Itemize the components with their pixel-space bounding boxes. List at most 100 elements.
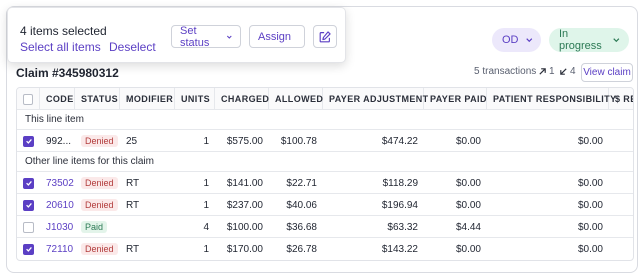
check-icon — [25, 246, 32, 252]
col-dollar-re[interactable]: $ RE — [609, 88, 633, 110]
allowed-value: $22.71 — [286, 177, 317, 189]
edit-icon — [319, 30, 331, 42]
select-all-link[interactable]: Select all items — [20, 40, 101, 54]
payer-adjustment-value: $474.22 — [381, 135, 418, 147]
col-patient-responsibility[interactable]: PATIENT RESPONSIBILITY — [487, 88, 616, 110]
col-payer-adjustment[interactable]: PAYER ADJUSTMENT — [323, 88, 428, 110]
cell-charged: $575.00 — [215, 130, 269, 152]
od-dropdown[interactable]: OD — [492, 28, 541, 52]
table-row[interactable]: J1030 Paid 4 $100.00 $36.68 $63.32 $4.44 $0.00 — [17, 216, 633, 238]
group-label-this-line: This line item — [17, 110, 633, 130]
cell-patient-responsibility: $0.00 — [487, 238, 609, 260]
chevron-down-icon — [613, 38, 620, 43]
arrow-up-right-icon — [539, 68, 546, 75]
cell-payer-adjustment: $196.94 — [323, 194, 424, 216]
assign-label: Assign — [258, 30, 292, 43]
upstream-count-value: 1 — [549, 66, 555, 77]
cell-patient-responsibility: $0.00 — [487, 130, 609, 152]
select-all-checkbox[interactable] — [23, 93, 33, 105]
col-modifier[interactable]: MODIFIER — [120, 88, 175, 110]
allowed-value: $40.06 — [286, 199, 317, 211]
check-icon — [25, 180, 32, 186]
cell-modifier: RT — [120, 238, 175, 260]
row-select-cell — [17, 216, 40, 238]
header-select-cell — [17, 88, 40, 110]
cell-units: 1 — [175, 194, 215, 216]
cell-patient-responsibility: $0.00 — [487, 172, 609, 194]
row-select-cell — [17, 172, 40, 194]
od-label: OD — [502, 34, 519, 46]
deselect-link[interactable]: Deselect — [109, 40, 156, 54]
patient-responsibility-value: $0.00 — [577, 135, 603, 147]
code-link[interactable]: 73502 — [46, 178, 74, 189]
cell-code: 992... — [40, 130, 75, 152]
row-select-cell — [17, 194, 40, 216]
status-dropdown[interactable]: In progress — [549, 28, 629, 52]
charged-value: $237.00 — [226, 199, 263, 211]
col-code[interactable]: CODE — [40, 88, 75, 110]
cell-status: Denied — [75, 194, 120, 216]
cell-units: 1 — [175, 130, 215, 152]
charged-value: $575.00 — [226, 135, 263, 147]
cell-units: 4 — [175, 216, 215, 238]
cell-payer-paid: $0.00 — [424, 130, 487, 152]
payer-paid-value: $4.44 — [455, 221, 481, 233]
table-row[interactable]: 73502 Denied RT 1 $141.00 $22.71 $118.29 $0.00 $… — [17, 172, 633, 194]
view-claim-button[interactable]: View claim — [581, 63, 633, 82]
cell-status: Denied — [75, 238, 120, 260]
row-checkbox[interactable] — [23, 135, 34, 147]
table-row[interactable]: 20610 Denied RT 1 $237.00 $40.06 $196.94 $0.00 $… — [17, 194, 633, 216]
cell-charged: $141.00 — [215, 172, 269, 194]
patient-responsibility-value: $0.00 — [577, 243, 603, 255]
cell-status: Denied — [75, 130, 120, 152]
cell-modifier — [120, 216, 175, 238]
table-row[interactable]: 72110 Denied RT 1 $170.00 $26.78 $143.22 $0.00 $… — [17, 238, 633, 260]
units-value: 1 — [203, 135, 209, 147]
row-select-cell — [17, 238, 40, 260]
set-status-label: Set status — [180, 24, 210, 49]
payer-adjustment-value: $118.29 — [382, 177, 418, 189]
cell-payer-paid: $0.00 — [424, 172, 487, 194]
cell-allowed: $26.78 — [269, 238, 323, 260]
edit-button[interactable] — [313, 25, 337, 48]
cell-payer-adjustment: $118.29 — [323, 172, 424, 194]
table-row[interactable]: 992... Denied 25 1 $575.00 $100.78 $474.22 $0.0… — [17, 130, 633, 152]
col-charged[interactable]: CHARGED — [215, 88, 269, 110]
row-checkbox[interactable] — [23, 221, 34, 233]
charged-value: $170.00 — [226, 243, 263, 255]
col-status[interactable]: STATUS — [75, 88, 120, 110]
chevron-down-icon — [227, 35, 233, 39]
bulk-actions-panel: 4 items selected Select all items Desele… — [7, 7, 346, 63]
patient-responsibility-value: $0.00 — [577, 221, 603, 233]
line-items-table: CODE STATUS MODIFIER UNITS CHARGED ALLOW… — [16, 87, 634, 261]
patient-responsibility-value: $0.00 — [577, 177, 603, 189]
units-value: 1 — [203, 177, 209, 189]
units-value: 4 — [203, 221, 209, 233]
claim-title: Claim #345980312 — [16, 66, 119, 80]
payer-adjustment-value: $196.94 — [381, 199, 418, 211]
row-checkbox[interactable] — [23, 243, 34, 255]
downstream-count: 4 — [559, 66, 576, 77]
check-icon — [25, 202, 32, 208]
code-link[interactable]: 20610 — [46, 200, 74, 211]
chevron-down-icon — [525, 38, 532, 43]
row-select-cell — [17, 130, 40, 152]
assign-dropdown[interactable]: Assign — [249, 25, 305, 48]
cell-units: 1 — [175, 172, 215, 194]
row-checkbox[interactable] — [23, 177, 34, 189]
code-link[interactable]: 72110 — [46, 244, 73, 255]
set-status-dropdown[interactable]: Set status — [171, 24, 241, 49]
code-link[interactable]: J1030 — [46, 222, 73, 233]
charged-value: $141.00 — [226, 177, 263, 189]
status-badge: Denied — [81, 243, 118, 255]
col-units[interactable]: UNITS — [175, 88, 215, 110]
cell-charged: $170.00 — [215, 238, 269, 260]
cell-allowed: $40.06 — [269, 194, 323, 216]
cell-payer-paid: $0.00 — [424, 238, 487, 260]
cell-status: Paid — [75, 216, 120, 238]
row-checkbox[interactable] — [23, 199, 34, 211]
payer-paid-value: $0.00 — [455, 243, 481, 255]
col-allowed[interactable]: ALLOWED — [269, 88, 323, 110]
col-payer-paid[interactable]: PAYER PAID — [424, 88, 487, 110]
check-icon — [25, 138, 32, 144]
